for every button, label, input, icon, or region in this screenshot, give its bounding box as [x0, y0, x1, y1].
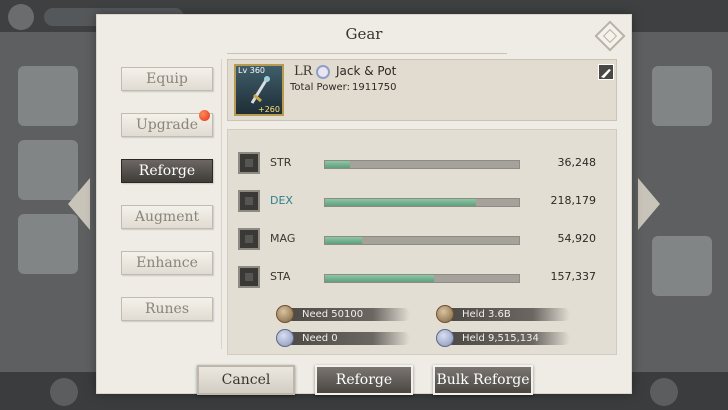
gear-name: Jack & Pot — [336, 64, 397, 78]
reforge-stone-icon — [436, 329, 454, 347]
total-power-value: 1911750 — [352, 82, 397, 93]
stat-bar — [324, 160, 520, 169]
tab-runes[interactable]: Runes — [121, 297, 213, 321]
stat-name: DEX — [270, 194, 293, 207]
cancel-button[interactable]: Cancel — [197, 365, 295, 395]
stat-name: STA — [270, 270, 291, 283]
tab-divider — [221, 59, 222, 349]
title-divider — [227, 53, 507, 54]
gold-coin-icon — [276, 305, 294, 323]
cost-held-stone: Held 9,515,134 — [436, 329, 576, 347]
stat-lock-checkbox[interactable] — [238, 190, 260, 212]
stat-bar — [324, 198, 520, 207]
stat-bar-fill — [325, 237, 362, 244]
gun-icon — [598, 64, 614, 80]
sword-icon — [250, 76, 270, 104]
background-card — [18, 66, 78, 126]
cost-held-gold: Held 3.6B — [436, 305, 576, 323]
tab-equip[interactable]: Equip — [121, 67, 213, 91]
stat-bar-fill — [325, 275, 434, 282]
cost-need-stone: Need 0 — [276, 329, 416, 347]
stat-lock-checkbox[interactable] — [238, 228, 260, 250]
notification-dot-icon — [199, 110, 210, 121]
tab-enhance[interactable]: Enhance — [121, 251, 213, 275]
cost-text: Held 3.6B — [446, 308, 570, 321]
previous-gear-arrow-icon[interactable] — [68, 178, 90, 230]
cost-text: Need 0 — [286, 332, 410, 345]
stat-row-sta: STA 157,337 — [238, 266, 608, 290]
background-nav-icon — [50, 378, 78, 406]
total-power-label: Total Power: — [290, 82, 350, 93]
background-nav-icon — [650, 378, 678, 406]
reforge-button[interactable]: Reforge — [315, 365, 413, 395]
stat-bar-fill — [325, 199, 477, 206]
tab-augment[interactable]: Augment — [121, 205, 213, 229]
gear-header: Lv 360 +260 LR Jack & Pot Total Power: 1… — [227, 59, 617, 121]
stat-name: MAG — [270, 232, 296, 245]
stat-bar-fill — [325, 161, 351, 168]
stat-bar — [324, 236, 520, 245]
reforge-stone-icon — [276, 329, 294, 347]
next-gear-arrow-icon[interactable] — [638, 178, 660, 230]
background-card — [652, 236, 712, 296]
stat-value: 54,920 — [557, 232, 597, 245]
cost-need-gold: Need 50100 — [276, 305, 416, 323]
stat-lock-checkbox[interactable] — [238, 152, 260, 174]
stat-value: 218,179 — [550, 194, 597, 207]
stat-name: STR — [270, 156, 292, 169]
gear-rarity: LR — [294, 64, 313, 79]
bulk-reforge-button[interactable]: Bulk Reforge — [433, 365, 533, 395]
cost-text: Need 50100 — [286, 308, 410, 321]
gold-coin-icon — [436, 305, 454, 323]
gear-thumbnail[interactable]: Lv 360 +260 — [234, 64, 284, 116]
panel-title: Gear — [345, 25, 383, 43]
stat-value: 36,248 — [557, 156, 597, 169]
gear-plus-level: +260 — [258, 105, 280, 114]
stat-bar — [324, 274, 520, 283]
stat-row-str: STR 36,248 — [238, 152, 608, 176]
stat-lock-checkbox[interactable] — [238, 266, 260, 288]
stat-row-dex: DEX 218,179 — [238, 190, 608, 214]
background-card — [652, 66, 712, 126]
stats-panel: STR 36,248 DEX 218,179 MAG 54,920 STA 15… — [227, 129, 617, 355]
element-ring-icon — [316, 65, 330, 79]
stat-value: 157,337 — [550, 270, 597, 283]
cost-text: Held 9,515,134 — [446, 332, 570, 345]
gear-panel: Gear Equip Upgrade Reforge Augment Enhan… — [96, 14, 632, 395]
stat-row-mag: MAG 54,920 — [238, 228, 608, 252]
background-avatar — [8, 4, 34, 30]
tab-reforge[interactable]: Reforge — [121, 159, 213, 183]
